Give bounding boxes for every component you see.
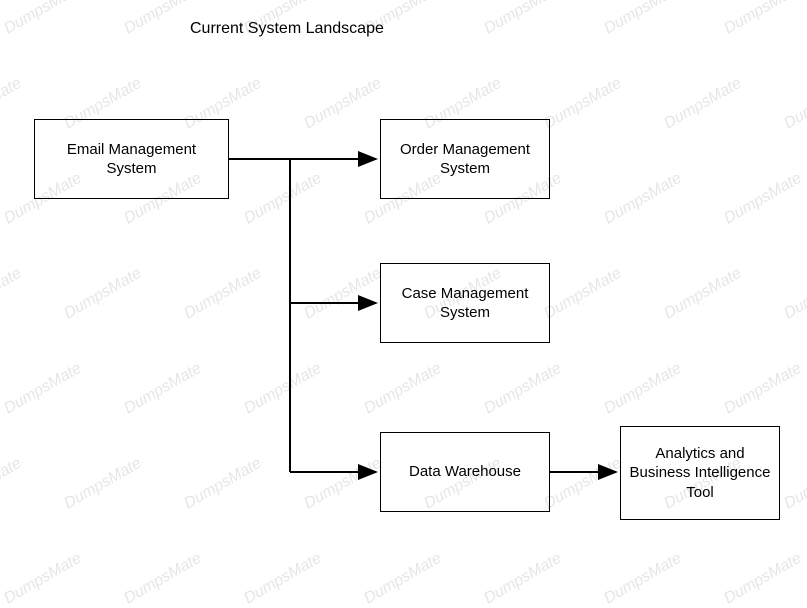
- diagram-title: Current System Landscape: [190, 20, 384, 38]
- node-label: Case Management System: [387, 284, 543, 323]
- node-label: Data Warehouse: [409, 462, 521, 482]
- node-email-management-system: Email Management System: [34, 119, 229, 199]
- diagram-canvas: Current System Landscape Email Managemen…: [0, 0, 807, 573]
- node-label: Email Management System: [41, 140, 222, 179]
- node-data-warehouse: Data Warehouse: [380, 432, 550, 512]
- node-analytics-bi-tool: Analytics and Business Intelligence Tool: [620, 426, 780, 520]
- node-label: Order Management System: [387, 140, 543, 179]
- node-label: Analytics and Business Intelligence Tool: [627, 444, 773, 503]
- node-order-management-system: Order Management System: [380, 119, 550, 199]
- node-case-management-system: Case Management System: [380, 263, 550, 343]
